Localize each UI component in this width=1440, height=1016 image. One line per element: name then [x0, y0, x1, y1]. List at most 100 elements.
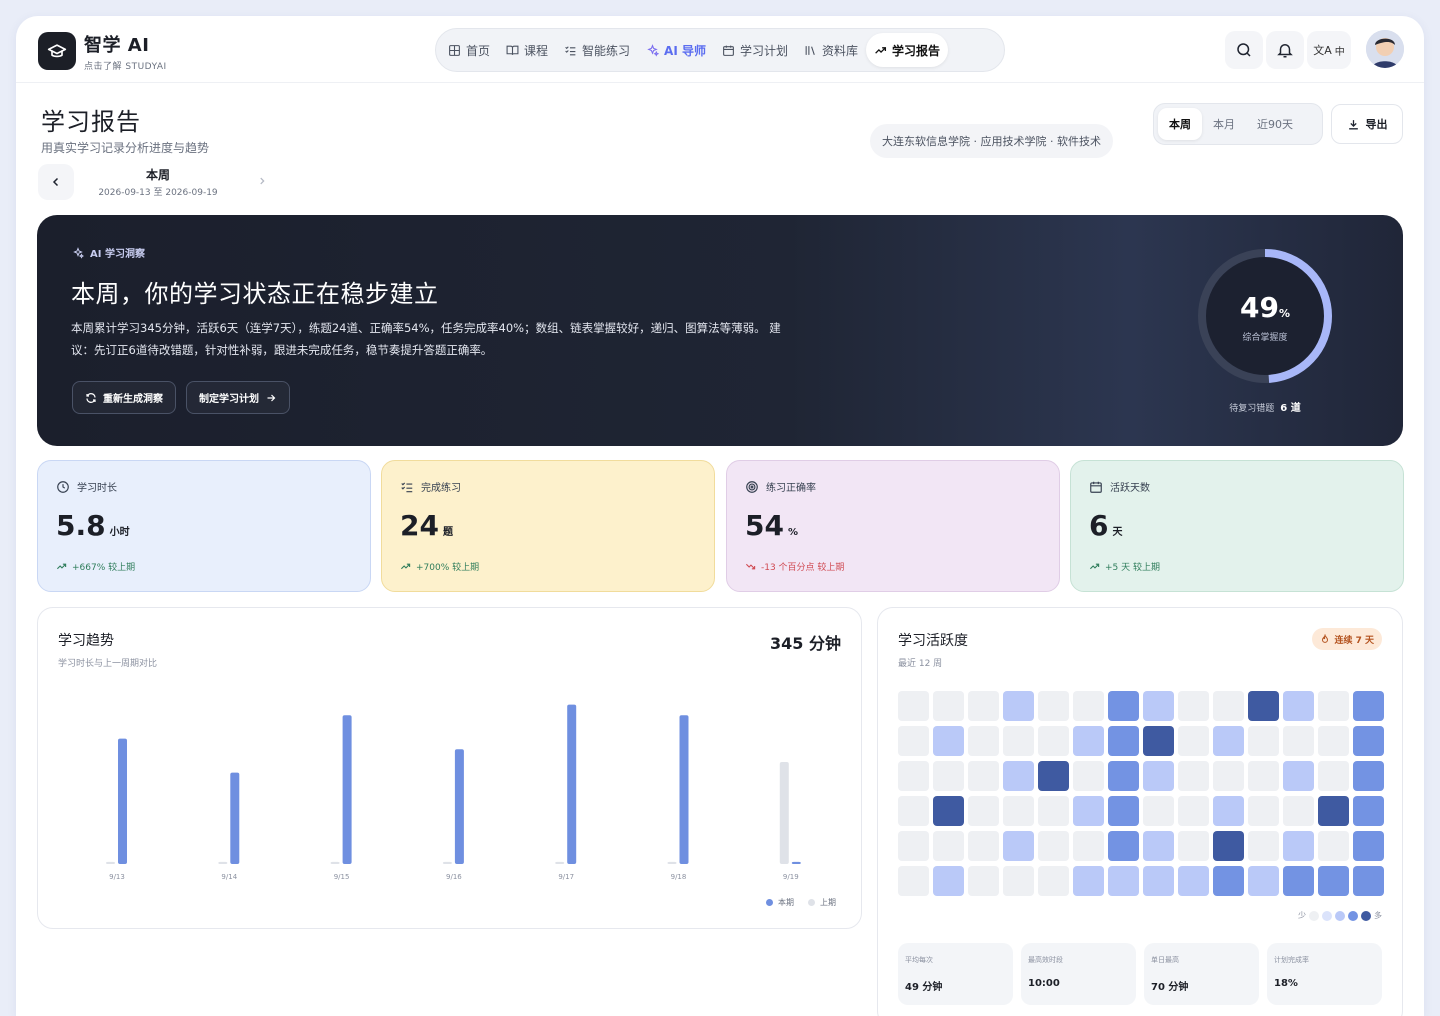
heatmap-cell[interactable]: [1038, 691, 1069, 721]
heatmap-cell[interactable]: [1038, 831, 1069, 861]
heatmap-cell[interactable]: [1038, 726, 1069, 756]
heatmap-cell[interactable]: [1003, 796, 1034, 826]
heatmap-cell[interactable]: [1108, 726, 1139, 756]
heatmap-cell[interactable]: [968, 761, 999, 791]
heatmap-cell[interactable]: [1248, 726, 1279, 756]
heatmap-cell[interactable]: [1283, 796, 1314, 826]
legend-previous[interactable]: 上期: [808, 897, 836, 908]
heatmap-cell[interactable]: [1073, 726, 1104, 756]
heatmap-cell[interactable]: [898, 726, 929, 756]
bar-current-9/18[interactable]: [679, 715, 689, 864]
heatmap-cell[interactable]: [1318, 831, 1349, 861]
heatmap-cell[interactable]: [933, 866, 964, 896]
heatmap-cell[interactable]: [898, 691, 929, 721]
heatmap-cell[interactable]: [1178, 831, 1209, 861]
heatmap-cell[interactable]: [1178, 726, 1209, 756]
bar-current-9/14[interactable]: [230, 772, 240, 864]
heatmap-cell[interactable]: [968, 796, 999, 826]
heatmap-cell[interactable]: [1353, 726, 1384, 756]
heatmap-cell[interactable]: [1318, 866, 1349, 896]
heatmap-cell[interactable]: [1178, 796, 1209, 826]
heatmap-cell[interactable]: [898, 796, 929, 826]
logo[interactable]: [38, 32, 76, 70]
heatmap-cell[interactable]: [1248, 761, 1279, 791]
period-option-month[interactable]: 本月: [1202, 108, 1246, 140]
search-button[interactable]: [1225, 31, 1263, 69]
heatmap-cell[interactable]: [1073, 831, 1104, 861]
bar-current-9/13[interactable]: [118, 738, 127, 864]
bar-previous-9/15[interactable]: [330, 861, 340, 864]
heatmap-cell[interactable]: [1283, 761, 1314, 791]
heatmap-cell[interactable]: [1108, 691, 1139, 721]
bar-current-9/17[interactable]: [567, 704, 577, 864]
heatmap-cell[interactable]: [1003, 691, 1034, 721]
heatmap-cell[interactable]: [898, 761, 929, 791]
heatmap-cell[interactable]: [1038, 761, 1069, 791]
heatmap-cell[interactable]: [933, 796, 964, 826]
make-plan-button[interactable]: 制定学习计划: [186, 381, 290, 414]
heatmap-cell[interactable]: [1073, 691, 1104, 721]
heatmap-cell[interactable]: [1143, 866, 1174, 896]
next-week-button[interactable]: [252, 171, 272, 191]
nav-item-ai-tutor[interactable]: AI 导师: [638, 33, 714, 67]
heatmap-cell[interactable]: [1073, 866, 1104, 896]
heatmap-cell[interactable]: [1178, 761, 1209, 791]
brand[interactable]: 智学 AI 点击了解 STUDYAI: [84, 31, 167, 72]
legend-current[interactable]: 本期: [766, 897, 794, 908]
heatmap-cell[interactable]: [1073, 796, 1104, 826]
heatmap-cell[interactable]: [1003, 761, 1034, 791]
heatmap-cell[interactable]: [1073, 761, 1104, 791]
bar-current-9/19[interactable]: [791, 861, 801, 864]
heatmap-cell[interactable]: [1143, 796, 1174, 826]
heatmap-cell[interactable]: [1318, 691, 1349, 721]
bar-previous-9/17[interactable]: [555, 861, 565, 864]
heatmap-cell[interactable]: [898, 831, 929, 861]
heatmap-cell[interactable]: [1248, 796, 1279, 826]
heatmap-cell[interactable]: [1178, 866, 1209, 896]
heatmap-cell[interactable]: [1283, 866, 1314, 896]
heatmap-cell[interactable]: [1353, 866, 1384, 896]
bar-previous-9/18[interactable]: [667, 861, 677, 864]
heatmap-cell[interactable]: [1283, 726, 1314, 756]
heatmap-cell[interactable]: [1213, 691, 1244, 721]
bar-current-9/15[interactable]: [342, 715, 352, 864]
nav-item-home[interactable]: 首页: [440, 33, 498, 67]
heatmap-cell[interactable]: [1108, 831, 1139, 861]
heatmap-cell[interactable]: [1143, 691, 1174, 721]
nav-item-study-plan[interactable]: 学习计划: [714, 33, 796, 67]
heatmap-cell[interactable]: [1003, 831, 1034, 861]
heatmap-cell[interactable]: [1318, 796, 1349, 826]
notifications-button[interactable]: [1266, 31, 1304, 69]
nav-item-report[interactable]: 学习报告: [866, 33, 949, 67]
heatmap-cell[interactable]: [968, 691, 999, 721]
heatmap-cell[interactable]: [1038, 796, 1069, 826]
heatmap-cell[interactable]: [1108, 761, 1139, 791]
heatmap-cell[interactable]: [1003, 866, 1034, 896]
heatmap-cell[interactable]: [1248, 691, 1279, 721]
bar-previous-9/16[interactable]: [442, 861, 452, 864]
heatmap-cell[interactable]: [1283, 691, 1314, 721]
heatmap-cell[interactable]: [968, 726, 999, 756]
heatmap-cell[interactable]: [1248, 866, 1279, 896]
heatmap-cell[interactable]: [1143, 831, 1174, 861]
nav-item-practice[interactable]: 智能练习: [556, 33, 638, 67]
heatmap-cell[interactable]: [933, 761, 964, 791]
heatmap-cell[interactable]: [1038, 866, 1069, 896]
regenerate-insight-button[interactable]: 重新生成洞察: [72, 381, 176, 414]
heatmap-cell[interactable]: [1213, 726, 1244, 756]
heatmap-cell[interactable]: [968, 831, 999, 861]
prev-week-button[interactable]: [38, 164, 74, 200]
bar-previous-9/14[interactable]: [218, 861, 228, 864]
heatmap-cell[interactable]: [1003, 726, 1034, 756]
heatmap-cell[interactable]: [1108, 796, 1139, 826]
heatmap-cell[interactable]: [933, 726, 964, 756]
bar-previous-9/13[interactable]: [106, 861, 115, 864]
heatmap-cell[interactable]: [1353, 691, 1384, 721]
bar-current-9/16[interactable]: [454, 749, 464, 864]
heatmap-cell[interactable]: [898, 866, 929, 896]
nav-item-courses[interactable]: 课程: [498, 33, 556, 67]
heatmap-cell[interactable]: [1353, 796, 1384, 826]
heatmap-cell[interactable]: [1318, 761, 1349, 791]
heatmap-cell[interactable]: [933, 691, 964, 721]
heatmap-cell[interactable]: [1248, 831, 1279, 861]
